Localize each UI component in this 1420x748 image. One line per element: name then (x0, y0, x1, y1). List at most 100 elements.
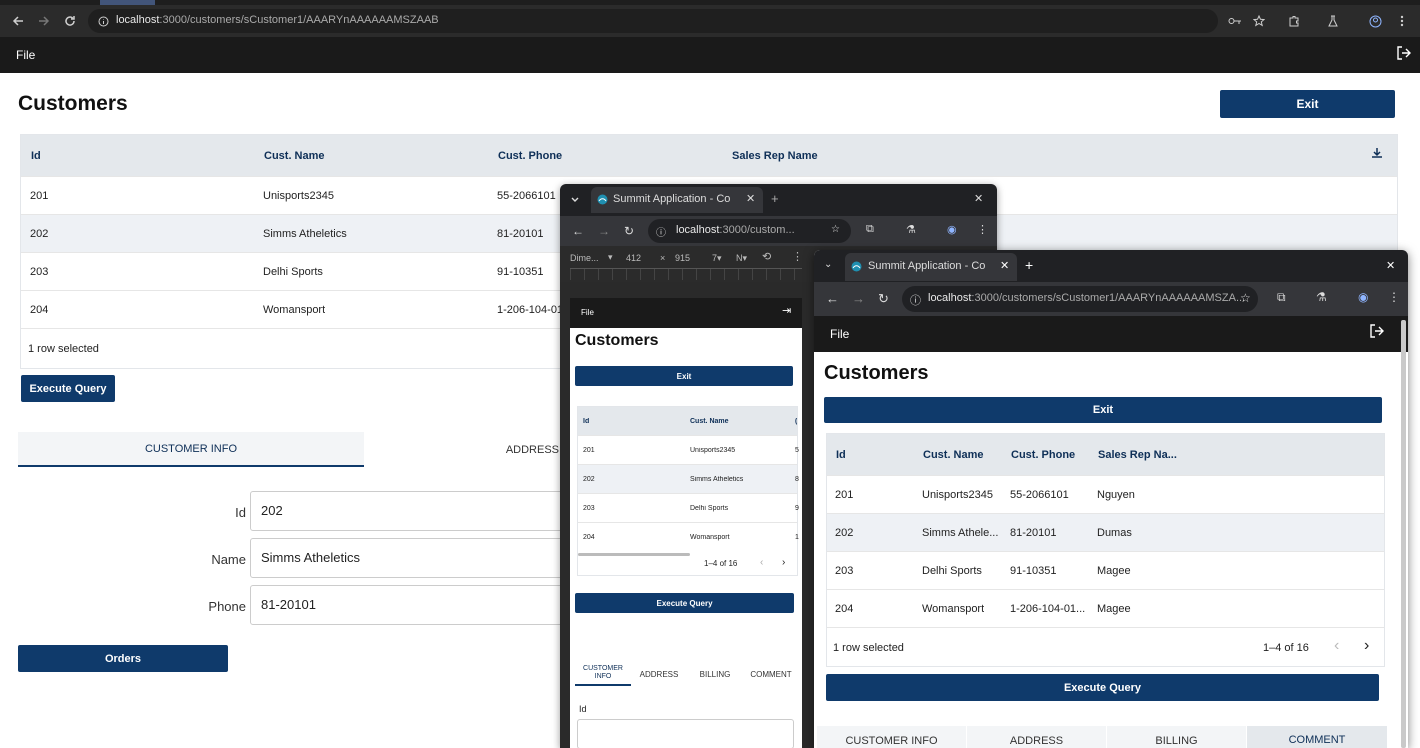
tab-comment[interactable]: COMMENT (743, 662, 799, 686)
cell-name: Unisports2345 (922, 489, 993, 501)
phone-field[interactable]: 81-20101 (250, 585, 570, 625)
table-row[interactable]: 203 Delhi Sports 9 (578, 493, 799, 522)
forward-icon[interactable] (36, 5, 52, 37)
tab-search-icon[interactable] (570, 194, 580, 204)
logout-icon[interactable] (1369, 323, 1385, 339)
close-tab-icon[interactable]: ✕ (1000, 259, 1009, 272)
file-menu[interactable]: File (830, 327, 849, 341)
reload-icon[interactable]: ↻ (878, 291, 889, 307)
extensions-icon[interactable] (1285, 5, 1303, 37)
table-row[interactable]: 204 Womansport 1-206-104-01... Magee (827, 589, 1384, 627)
file-menu[interactable]: File (581, 308, 594, 317)
rotate-icon[interactable]: ⟲ (762, 250, 771, 263)
col-cust-phone[interactable]: ( (795, 418, 797, 425)
tab-address[interactable]: ADDRESS (364, 432, 563, 467)
tab-billing[interactable]: BILLING (1107, 726, 1247, 748)
kebab-menu-icon[interactable] (1394, 5, 1410, 37)
close-tab-icon[interactable]: ✕ (746, 192, 755, 205)
download-icon[interactable] (1371, 147, 1383, 159)
kebab-menu-icon[interactable]: ⋮ (1388, 290, 1400, 304)
exit-button[interactable]: Exit (824, 397, 1382, 423)
close-window-icon[interactable]: ✕ (974, 192, 983, 205)
name-field[interactable]: Simms Atheletics (250, 538, 570, 578)
exit-button[interactable]: Exit (575, 366, 793, 386)
device-height[interactable]: 915 (675, 253, 690, 263)
forward-icon[interactable]: → (598, 224, 610, 238)
col-id[interactable]: Id (31, 150, 41, 162)
device-menu-icon[interactable]: ⋮ (792, 250, 803, 263)
cell-name: Delhi Sports (263, 266, 323, 278)
col-id[interactable]: Id (836, 449, 846, 461)
col-id[interactable]: Id (583, 418, 589, 425)
new-tab-icon[interactable]: + (1025, 257, 1033, 273)
reload-icon[interactable] (62, 5, 78, 37)
table-row[interactable]: 203 Delhi Sports 91-10351 Magee (827, 551, 1384, 589)
id-field[interactable]: 202 (250, 491, 570, 531)
file-menu[interactable]: File (16, 48, 35, 62)
col-cust-name[interactable]: Cust. Name (690, 418, 729, 425)
device-select[interactable]: Dime... (570, 253, 599, 263)
forward-icon[interactable]: → (852, 291, 865, 306)
orders-button[interactable]: Orders (18, 645, 228, 672)
zoom-select[interactable]: 7▾ (712, 253, 722, 264)
table-row[interactable]: 201 Unisports2345 5 (578, 435, 799, 464)
col-cust-name[interactable]: Cust. Name (264, 150, 325, 162)
next-page-icon[interactable]: › (782, 557, 785, 568)
reload-icon[interactable]: ↻ (624, 224, 634, 238)
vertical-scrollbar[interactable] (1401, 320, 1406, 748)
table-row[interactable]: 201 Unisports2345 55-2066101 Nguyen (827, 475, 1384, 513)
table-row-selected[interactable]: 202 Simms Athele... 81-20101 Dumas (827, 513, 1384, 551)
execute-query-button[interactable]: Execute Query (21, 375, 115, 402)
tab-billing[interactable]: BILLING (687, 662, 743, 686)
prev-page-icon[interactable]: ‹ (760, 557, 763, 568)
labs-icon[interactable]: ⚗ (1316, 290, 1327, 304)
profile-icon[interactable]: ◉ (947, 223, 957, 236)
col-sales-rep[interactable]: Sales Rep Na... (1098, 449, 1177, 461)
horizontal-scrollbar[interactable] (578, 553, 690, 556)
labs-icon[interactable] (1324, 5, 1342, 37)
device-dropdown-icon[interactable]: ▾ (608, 252, 613, 263)
prev-page-icon[interactable]: ‹ (1334, 637, 1339, 655)
tab-search-icon[interactable]: ⌄ (824, 259, 832, 270)
id-field[interactable] (577, 719, 794, 748)
col-sales-rep[interactable]: Sales Rep Name (732, 150, 818, 162)
site-info-icon[interactable] (96, 5, 110, 37)
site-info-icon[interactable]: ⓘ (910, 292, 921, 308)
key-icon[interactable] (1226, 5, 1244, 37)
logout-icon[interactable]: ⇥ (782, 304, 791, 317)
new-tab-icon[interactable]: + (771, 191, 779, 206)
table-row[interactable]: 204 Womansport 1 (578, 522, 799, 551)
back-icon[interactable] (10, 5, 26, 37)
extensions-icon[interactable]: ⧉ (1277, 290, 1286, 305)
star-icon[interactable]: ☆ (831, 224, 840, 235)
execute-query-button[interactable]: Execute Query (826, 674, 1379, 701)
col-cust-phone[interactable]: Cust. Phone (498, 150, 562, 162)
labs-icon[interactable]: ⚗ (906, 223, 916, 236)
kebab-menu-icon[interactable]: ⋮ (977, 223, 988, 236)
execute-query-button[interactable]: Execute Query (575, 593, 794, 613)
profile-icon[interactable] (1366, 5, 1384, 37)
cell-name: Womansport (922, 603, 985, 615)
throttle-select[interactable]: N▾ (736, 253, 747, 264)
tab-customer-info[interactable]: CUSTOMER INFO (18, 432, 364, 467)
next-page-icon[interactable]: › (1364, 637, 1369, 655)
close-window-icon[interactable]: ✕ (1386, 259, 1395, 272)
col-cust-name[interactable]: Cust. Name (923, 449, 984, 461)
star-icon[interactable]: ☆ (1240, 291, 1251, 305)
tab-address[interactable]: ADDRESS (967, 726, 1107, 748)
tab-customer-info[interactable]: CUSTOMER INFO (575, 662, 631, 686)
star-icon[interactable] (1250, 5, 1268, 37)
tab-comment[interactable]: COMMENT (1247, 726, 1387, 748)
extensions-icon[interactable]: ⧉ (866, 223, 874, 236)
device-width[interactable]: 412 (626, 253, 641, 263)
tab-address[interactable]: ADDRESS (631, 662, 687, 686)
col-cust-phone[interactable]: Cust. Phone (1011, 449, 1075, 461)
table-row-selected[interactable]: 202 Simms Atheletics 8 (578, 464, 799, 493)
profile-icon[interactable]: ◉ (1358, 290, 1368, 304)
site-info-icon[interactable]: ⓘ (656, 224, 666, 239)
back-icon[interactable]: ← (826, 291, 839, 306)
exit-button[interactable]: Exit (1220, 90, 1395, 118)
tab-customer-info[interactable]: CUSTOMER INFO (817, 726, 967, 748)
logout-icon[interactable] (1396, 45, 1412, 61)
back-icon[interactable]: ← (572, 224, 584, 238)
